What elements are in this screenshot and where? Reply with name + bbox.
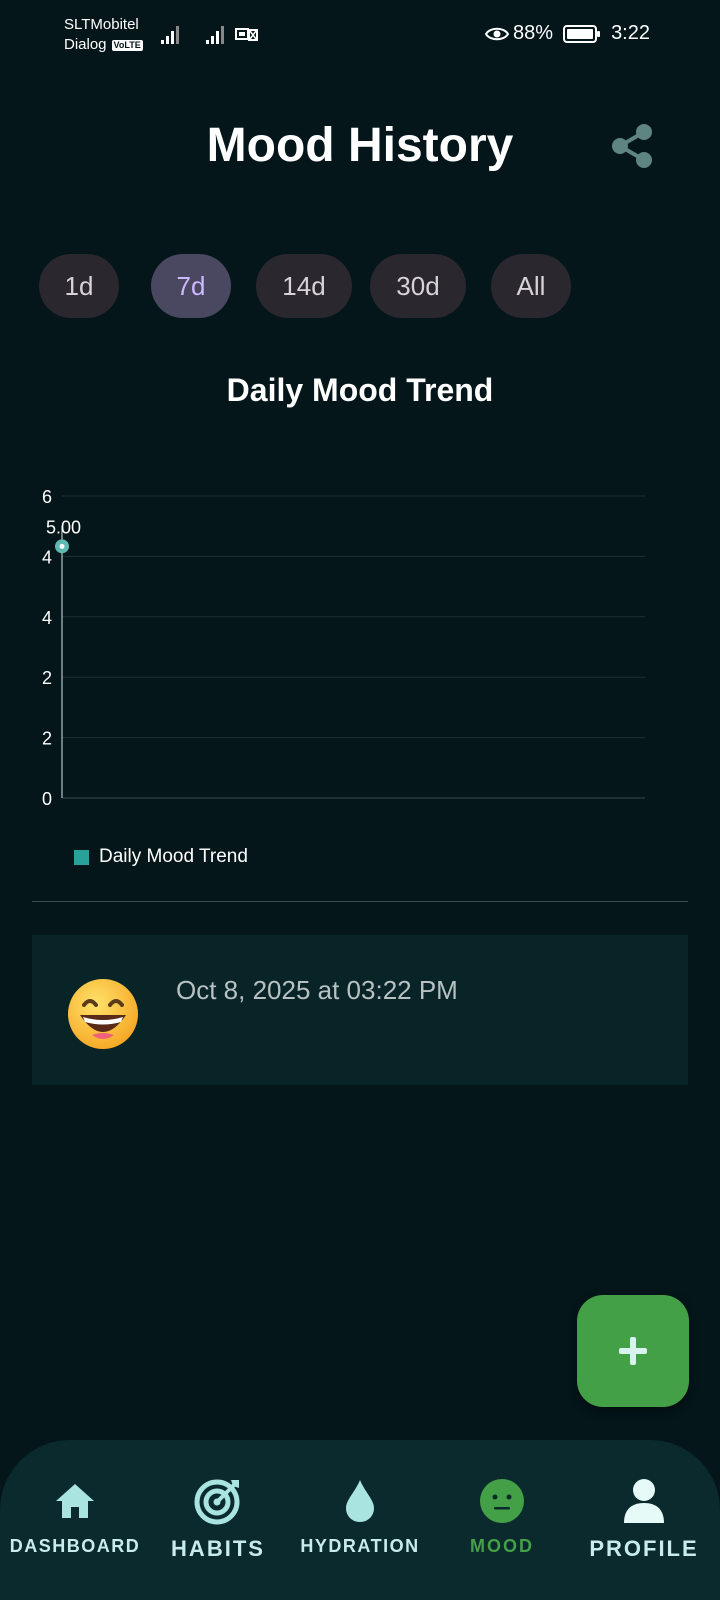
signal-strength-icon xyxy=(161,26,179,44)
nav-habits-label: HABITS xyxy=(171,1536,265,1561)
status-time: 3:22 xyxy=(611,22,650,44)
nav-mood[interactable]: MOOD xyxy=(430,1440,574,1600)
range-chip-1d[interactable]: 1d xyxy=(39,254,119,318)
carrier-info: SLTMobitel Dialog VoLTE xyxy=(64,15,143,55)
neutral-face-icon xyxy=(477,1476,527,1526)
home-icon xyxy=(50,1476,100,1526)
chart-legend: Daily Mood Trend xyxy=(74,846,248,868)
range-chip-7d[interactable]: 7d xyxy=(151,254,231,318)
bottom-navigation: DASHBOARD HABITS HYDRATION MOOD PROFILE xyxy=(0,1440,720,1600)
nav-profile-label: PROFILE xyxy=(589,1536,699,1561)
status-right: 88% 3:22 xyxy=(485,22,650,45)
battery-percent: 88% xyxy=(513,22,554,44)
nav-dashboard[interactable]: DASHBOARD xyxy=(3,1440,147,1600)
chart-data-label: 5.00 xyxy=(46,517,81,537)
y-tick-label: 4 xyxy=(42,547,52,567)
range-chip-30d[interactable]: 30d xyxy=(370,254,466,318)
water-drop-icon xyxy=(335,1476,385,1526)
nav-mood-label: MOOD xyxy=(470,1536,534,1556)
nav-profile[interactable]: PROFILE xyxy=(572,1440,716,1600)
y-tick-label: 2 xyxy=(42,668,52,688)
eye-icon xyxy=(485,27,510,40)
mood-entry-card[interactable]: Oct 8, 2025 at 03:22 PM xyxy=(32,935,688,1085)
carrier-2-label: Dialog xyxy=(64,36,107,53)
share-button[interactable] xyxy=(604,118,660,174)
y-tick-label: 6 xyxy=(42,487,52,507)
add-mood-button[interactable] xyxy=(577,1295,689,1407)
mood-trend-chart: 6 4 4 2 2 0 5.00 xyxy=(42,487,645,809)
share-icon xyxy=(612,124,652,168)
target-icon xyxy=(193,1476,243,1526)
status-bar: SLTMobitel Dialog VoLTE 88% 3:22 xyxy=(0,0,720,72)
range-chip-all[interactable]: All xyxy=(491,254,571,318)
y-tick-label: 4 xyxy=(42,608,52,628)
nav-dashboard-label: DASHBOARD xyxy=(9,1536,141,1556)
plus-icon xyxy=(619,1337,647,1365)
grinning-face-icon xyxy=(68,979,138,1049)
carrier-1-label: SLTMobitel xyxy=(64,16,139,33)
legend-swatch xyxy=(74,849,89,865)
nav-hydration-label: HYDRATION xyxy=(300,1536,420,1556)
nav-habits[interactable]: HABITS xyxy=(146,1440,290,1600)
y-tick-label: 2 xyxy=(42,729,52,749)
chart-data-point-center xyxy=(59,543,65,549)
range-chip-14d[interactable]: 14d xyxy=(256,254,352,318)
y-tick-label: 0 xyxy=(42,789,52,809)
legend-label: Daily Mood Trend xyxy=(99,846,248,867)
sim-card-icon xyxy=(235,28,258,41)
nav-hydration[interactable]: HYDRATION xyxy=(288,1440,432,1600)
divider xyxy=(32,901,688,902)
chart-title: Daily Mood Trend xyxy=(226,372,494,408)
entry-date: Oct 8, 2025 at 03:22 PM xyxy=(176,975,458,1005)
person-icon xyxy=(619,1476,669,1526)
signal-strength-icon xyxy=(206,26,224,44)
volte-badge: VoLTE xyxy=(111,39,143,51)
battery-icon xyxy=(563,24,601,43)
